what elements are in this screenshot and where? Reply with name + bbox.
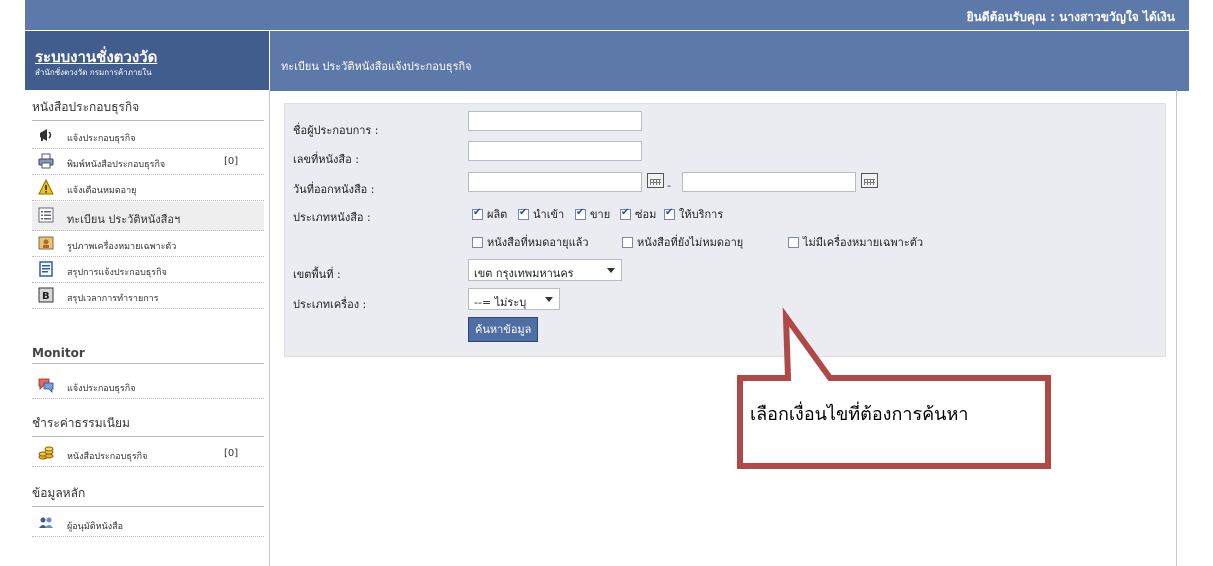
checkbox-checked-icon[interactable] (472, 207, 483, 220)
doc-no-input[interactable] (468, 141, 642, 161)
calendar-icon[interactable] (861, 173, 878, 188)
machine-type-label: ประเภทเครื่อง : (293, 298, 367, 311)
svg-text:B: B (42, 291, 50, 302)
document-icon (39, 261, 53, 277)
checkbox-label: ไม่มีเครื่องหมายเฉพาะตัว (803, 236, 924, 249)
calendar-icon[interactable] (647, 173, 664, 188)
sidebar: หนังสือประกอบธุรกิจ แจ้งประกอบธุรกิจ พิม… (25, 90, 270, 566)
sidebar-item-label: แจ้งประกอบธุรกิจ (67, 134, 136, 144)
picture-icon (38, 236, 54, 250)
checkbox-checked-icon[interactable] (575, 207, 586, 220)
area-label: เขตพื้นที่ : (293, 268, 341, 281)
top-bar: ยินดีต้อนรับคุณ : นางสาวขวัญใจ ได้เงิน (25, 0, 1189, 30)
machine-type-selected-value: --= ไม่ระบุ (474, 296, 527, 309)
checkbox-label: ซ่อม (635, 208, 657, 221)
sidebar-item-label: สรุปการแจ้งประกอบธุรกิจ (67, 268, 167, 278)
chat-icon (38, 378, 54, 393)
checkbox-checked-icon[interactable] (620, 207, 631, 220)
sidebar-item-fee-docs[interactable]: หนังสือประกอบธุรกิจ [0] (32, 442, 264, 467)
users-icon (39, 517, 53, 528)
content-right-border (1176, 90, 1177, 566)
callout-text: เลือกเงื่อนไขที่ต้องการค้นหา (750, 404, 969, 425)
sidebar-section-fees: ชำระค่าธรรมเนียม (32, 414, 264, 437)
sidebar-item-label: ผู้อนุมัติหนังสือ (67, 522, 123, 532)
page-title: ทะเบียน ประวัติหนังสือแจ้งประกอบธุรกิจ (281, 60, 472, 73)
checkbox-label: ให้บริการ (679, 208, 724, 221)
welcome-text: ยินดีต้อนรับคุณ : นางสาวขวัญใจ ได้เงิน (966, 10, 1175, 24)
list-icon (38, 207, 54, 223)
chevron-down-icon (607, 268, 615, 273)
sidebar-item-label: ทะเบียน ประวัติหนังสือฯ (67, 213, 181, 226)
issue-date-from-input[interactable] (468, 172, 642, 192)
checkbox-option[interactable]: ไม่มีเครื่องหมายเฉพาะตัว (788, 233, 923, 251)
search-button[interactable]: ค้นหาข้อมูล (468, 317, 539, 342)
checkbox-icon[interactable] (622, 236, 633, 248)
app-logo[interactable]: ระบบงานชั่งตวงวัด สำนักชั่งตวงวัด กรมการ… (25, 30, 269, 91)
checkbox-option[interactable]: หนังสือที่ยังไม่หมดอายุ (622, 233, 743, 251)
megaphone-icon (40, 129, 52, 141)
checkbox-label: หนังสือที่หมดอายุแล้ว (487, 236, 589, 249)
checkbox-option[interactable]: ให้บริการ (664, 205, 723, 223)
logo-subtitle: สำนักชั่งตวงวัด กรมการค้าภายใน (35, 68, 152, 77)
checkbox-option[interactable]: ซ่อม (620, 205, 656, 223)
sidebar-section-master-data: ข้อมูลหลัก (32, 484, 264, 507)
checkbox-label: นำเข้า (533, 208, 565, 221)
sidebar-item-label: หนังสือประกอบธุรกิจ (67, 452, 148, 462)
operator-input[interactable] (468, 111, 642, 131)
sidebar-item-label: สรุปเวลาการทำรายการ (67, 294, 159, 304)
sidebar-item-doc-history[interactable]: ทะเบียน ประวัติหนังสือฯ (32, 202, 264, 231)
sidebar-item-notify-business[interactable]: แจ้งประกอบธุรกิจ (32, 124, 264, 149)
issue-date-to-input[interactable] (682, 172, 856, 192)
checkbox-icon[interactable] (788, 236, 799, 248)
checkbox-option[interactable]: ผลิต (472, 205, 507, 223)
sidebar-item-label: รูปภาพเครื่องหมายเฉพาะตัว (67, 242, 177, 252)
sidebar-item-print-docs[interactable]: พิมพ์หนังสือประกอบธุรกิจ [0] (32, 150, 264, 175)
sidebar-item-label: แจ้งประกอบธุรกิจ (67, 384, 136, 394)
operator-label: ชื่อผู้ประกอบการ : (293, 124, 379, 137)
sidebar-item-approvers[interactable]: ผู้อนุมัติหนังสือ (32, 512, 264, 537)
area-select[interactable]: เขต กรุงเทพมหานคร (468, 259, 622, 281)
warning-icon (38, 179, 54, 195)
checkbox-option[interactable]: หนังสือที่หมดอายุแล้ว (472, 233, 589, 251)
checkbox-label: ผลิต (487, 208, 508, 221)
chevron-down-icon (545, 297, 553, 302)
doc-type-label: ประเภทหนังสือ : (293, 211, 371, 224)
sidebar-item-notify-summary[interactable]: สรุปการแจ้งประกอบธุรกิจ (32, 258, 264, 283)
sidebar-section-monitor: Monitor (32, 346, 264, 364)
doc-no-label: เลขที่หนังสือ : (293, 153, 359, 166)
sidebar-section-business-docs: หนังสือประกอบธุรกิจ (32, 98, 264, 121)
sidebar-item-monitor-notify[interactable]: แจ้งประกอบธุรกิจ (32, 374, 264, 399)
area-selected-value: เขต กรุงเทพมหานคร (474, 267, 574, 280)
checkbox-label: ขาย (590, 208, 611, 221)
report-icon: B (38, 287, 54, 303)
sidebar-item-label: แจ้งเตือนหมดอายุ (67, 186, 137, 196)
checkbox-option[interactable]: นำเข้า (518, 205, 564, 223)
sidebar-item-label: พิมพ์หนังสือประกอบธุรกิจ (67, 160, 166, 170)
date-separator: - (667, 179, 671, 192)
checkbox-icon[interactable] (472, 236, 483, 248)
unpaid-count: [0] (224, 448, 239, 459)
pending-count: [0] (224, 156, 239, 167)
checkbox-checked-icon[interactable] (518, 207, 529, 220)
callout-annotation (737, 307, 1051, 469)
sidebar-item-expiry-alert[interactable]: แจ้งเตือนหมดอายุ (32, 176, 264, 201)
machine-type-select[interactable]: --= ไม่ระบุ (468, 288, 560, 310)
printer-icon (38, 153, 54, 169)
issue-date-label: วันที่ออกหนังสือ : (293, 183, 375, 196)
checkbox-option[interactable]: ขาย (575, 205, 610, 223)
sidebar-item-mark-images[interactable]: รูปภาพเครื่องหมายเฉพาะตัว (32, 232, 264, 257)
page-header: ทะเบียน ประวัติหนังสือแจ้งประกอบธุรกิจ (270, 30, 1189, 91)
sidebar-item-time-summary[interactable]: B สรุปเวลาการทำรายการ (32, 284, 264, 309)
coins-icon (38, 446, 54, 460)
checkbox-label: หนังสือที่ยังไม่หมดอายุ (637, 236, 744, 249)
checkbox-checked-icon[interactable] (664, 207, 675, 220)
